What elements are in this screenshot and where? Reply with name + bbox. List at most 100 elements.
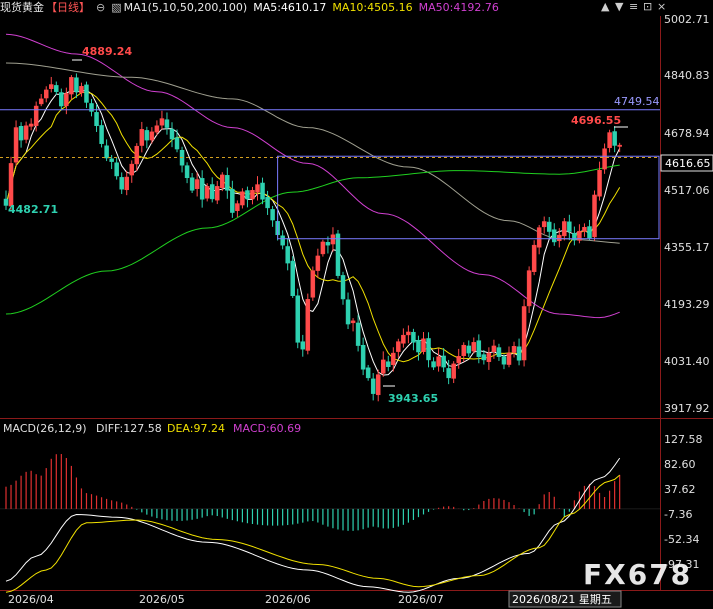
candle-down <box>431 361 436 368</box>
candle-up <box>557 234 562 242</box>
macd-dea-line <box>5 474 621 593</box>
current-price-label: 4616.65 <box>665 157 711 170</box>
candle-up <box>320 241 326 255</box>
price-tick: 4193.29 <box>664 298 710 311</box>
candle-up <box>491 345 497 352</box>
candle-up <box>381 359 386 374</box>
candle-up <box>461 344 466 357</box>
time-tick: 2026/05 <box>139 593 185 606</box>
candle-down <box>260 182 265 200</box>
start-price-label: 4482.71 <box>8 203 58 216</box>
time-axis: 2026/04 2026/05 2026/06 2026/07 <box>8 593 444 606</box>
price-tick: 5002.71 <box>664 13 710 26</box>
candle-up <box>305 299 311 351</box>
candle-down <box>446 368 451 379</box>
candle-down <box>290 260 295 296</box>
candle-up <box>617 144 622 147</box>
candle-up <box>240 191 245 206</box>
candle-up <box>310 270 316 298</box>
macd-dea-value: DEA:97.24 <box>167 422 225 435</box>
candle-up <box>69 77 74 95</box>
candle-down <box>441 355 446 368</box>
candle-up <box>406 331 411 336</box>
candle-up <box>526 270 532 307</box>
recent-high-label: 4696.55 <box>571 114 621 127</box>
candle-down <box>84 84 89 103</box>
candle-down <box>265 197 270 209</box>
candle-down <box>325 242 331 246</box>
candle-up <box>471 342 477 352</box>
macd-label: MACD(26,12,9) <box>3 422 87 435</box>
candle-down <box>119 177 124 190</box>
candle-down <box>74 77 79 92</box>
candle-up <box>375 374 381 396</box>
candle-down <box>501 356 507 365</box>
candle-down <box>335 233 341 276</box>
candle-down <box>174 137 180 150</box>
candle-up <box>531 244 537 272</box>
macd-axis: 127.58 82.60 37.62 -7.36 -52.34 -97.31 <box>664 433 703 571</box>
candle-up <box>43 89 49 99</box>
candle-down <box>300 341 306 350</box>
candle-up <box>194 179 200 189</box>
candle-up <box>154 125 160 133</box>
candle-up <box>33 105 39 126</box>
price-tick: 4840.83 <box>664 69 710 82</box>
price-axis: 5002.71 4840.83 4678.94 4517.06 4355.17 … <box>664 13 710 415</box>
price-chart[interactable]: 5002.71 4840.83 4678.94 4517.06 4355.17 … <box>0 0 713 609</box>
candle-up <box>521 306 527 361</box>
candle-down <box>416 339 421 353</box>
candle-up <box>159 118 165 126</box>
macd-tick: 37.62 <box>664 483 696 496</box>
candle-down <box>94 112 99 127</box>
macd-tick: 127.58 <box>664 433 703 446</box>
candle-up <box>235 203 240 211</box>
candle-down <box>104 145 109 159</box>
candle-up <box>330 234 336 245</box>
macd-diff-value: DIFF:127.58 <box>96 422 162 435</box>
candle-down <box>411 331 416 343</box>
candle-down <box>18 125 24 141</box>
candle-up <box>456 356 461 364</box>
candle-down <box>230 188 235 213</box>
candle-up <box>315 255 321 271</box>
candle-up <box>582 226 587 232</box>
candle-down <box>365 367 371 379</box>
candle-down <box>270 209 275 221</box>
candle-down <box>99 125 104 144</box>
price-tick: 3917.92 <box>664 402 710 415</box>
candle-up <box>8 163 14 207</box>
candle-down <box>144 130 150 141</box>
candle-up <box>64 93 69 107</box>
resistance-label: 4749.54 <box>614 95 660 108</box>
candle-up <box>134 145 140 165</box>
macd-pane <box>0 454 660 593</box>
ma5-line <box>5 89 621 376</box>
candle-down <box>546 221 552 232</box>
candle-up <box>139 129 145 146</box>
candle-down <box>184 165 190 179</box>
candle-up <box>255 184 260 193</box>
candle-down <box>345 299 351 325</box>
candle-up <box>541 221 547 228</box>
candle-down <box>54 85 59 92</box>
candle-down <box>476 340 482 357</box>
candle-up <box>23 125 29 140</box>
candle-down <box>386 361 391 367</box>
candle-down <box>496 347 502 357</box>
candle-up <box>220 174 225 188</box>
candle-up <box>129 163 134 176</box>
macd-diff-line <box>5 457 621 593</box>
candle-up <box>28 123 34 127</box>
time-tick: 2026/07 <box>398 593 444 606</box>
macd-tick: -7.36 <box>664 508 692 521</box>
time-tick: 2026/06 <box>265 593 311 606</box>
candle-up <box>79 86 84 94</box>
cursor-date: 2026/08/21 星期五 <box>512 593 612 606</box>
candle-up <box>401 334 406 344</box>
candle-up <box>486 352 492 362</box>
candle-up <box>421 338 426 352</box>
time-tick: 2026/04 <box>8 593 54 606</box>
candle-up <box>215 186 220 201</box>
candle-up <box>49 84 54 89</box>
